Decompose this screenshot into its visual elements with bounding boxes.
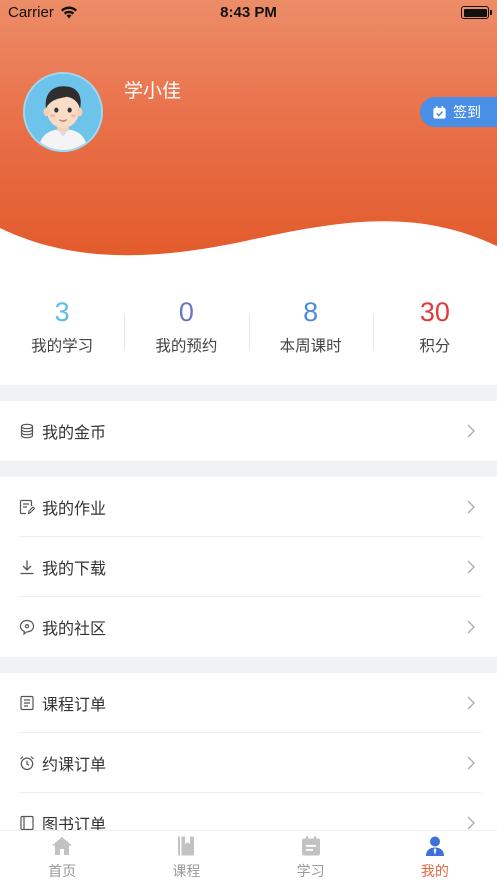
tab-mine[interactable]: 我的 <box>373 831 497 883</box>
stat-label: 本周课时 <box>279 337 342 355</box>
avatar-boy-icon <box>25 74 101 150</box>
stat-week-hours[interactable]: 8 本周课时 <box>248 290 373 370</box>
section-gap <box>0 461 497 477</box>
book-icon <box>20 815 34 831</box>
chevron-right-icon <box>467 424 475 438</box>
stat-label: 我的预约 <box>155 337 218 355</box>
stat-label: 积分 <box>419 337 451 355</box>
stat-value: 8 <box>303 297 319 327</box>
tab-study[interactable]: 学习 <box>249 831 373 883</box>
chevron-right-icon <box>467 500 475 514</box>
calendar-icon <box>301 836 320 856</box>
status-bar: Carrier 8:43 PM <box>0 0 497 26</box>
menu-item-course-orders[interactable]: 课程订单 <box>0 673 497 733</box>
stat-points[interactable]: 30 积分 <box>372 290 497 370</box>
chevron-right-icon <box>467 756 475 770</box>
home-icon <box>52 837 73 855</box>
book-icon <box>178 836 195 856</box>
tab-home[interactable]: 首页 <box>0 831 124 883</box>
username: 学小佳 <box>124 80 182 102</box>
tab-label: 我的 <box>420 864 449 880</box>
user-icon <box>425 836 444 856</box>
alarm-clock-icon <box>20 756 34 771</box>
menu-label: 我的社区 <box>42 619 107 638</box>
menu-item-homework[interactable]: 我的作业 <box>0 477 497 537</box>
section-gap <box>0 385 497 401</box>
battery-icon <box>461 6 492 19</box>
stat-value: 3 <box>54 297 70 327</box>
menu-item-coins[interactable]: 我的金币 <box>0 401 497 461</box>
coins-icon <box>20 423 34 439</box>
menu-item-booking-orders[interactable]: 约课订单 <box>0 733 497 793</box>
stats-bar: 3 我的学习 0 我的预约 8 本周课时 30 积分 <box>0 290 497 370</box>
menu-label: 我的金币 <box>42 423 107 442</box>
chevron-right-icon <box>467 696 475 710</box>
chevron-right-icon <box>467 816 475 830</box>
status-time: 8:43 PM <box>220 4 277 21</box>
menu-label: 约课订单 <box>42 755 107 774</box>
menu-label: 课程订单 <box>42 695 107 714</box>
tab-bar: 首页 课程 学习 我的 <box>0 830 497 883</box>
stat-value: 30 <box>419 297 450 327</box>
menu-label: 我的下载 <box>42 559 107 578</box>
menu-label: 我的作业 <box>42 499 107 518</box>
avatar[interactable] <box>23 72 103 152</box>
tab-label: 首页 <box>48 864 77 880</box>
list-doc-icon <box>20 695 34 711</box>
tab-courses[interactable]: 课程 <box>124 831 248 883</box>
stat-label: 我的学习 <box>31 337 94 355</box>
menu-item-community[interactable]: 我的社区 <box>0 597 497 657</box>
checkin-button[interactable]: 签到 <box>420 97 497 127</box>
tab-label: 学习 <box>296 864 325 880</box>
download-icon <box>20 560 34 575</box>
edit-note-icon <box>19 499 35 515</box>
calendar-check-icon <box>433 105 446 119</box>
stat-value: 0 <box>178 297 194 327</box>
stat-my-booking[interactable]: 0 我的预约 <box>124 290 248 370</box>
chevron-right-icon <box>467 560 475 574</box>
stat-my-study[interactable]: 3 我的学习 <box>0 290 124 370</box>
chat-bubble-icon <box>19 619 35 635</box>
tab-label: 课程 <box>172 864 201 880</box>
chevron-right-icon <box>467 620 475 634</box>
checkin-label: 签到 <box>453 105 481 121</box>
menu-item-download[interactable]: 我的下载 <box>0 537 497 597</box>
section-gap <box>0 657 497 673</box>
